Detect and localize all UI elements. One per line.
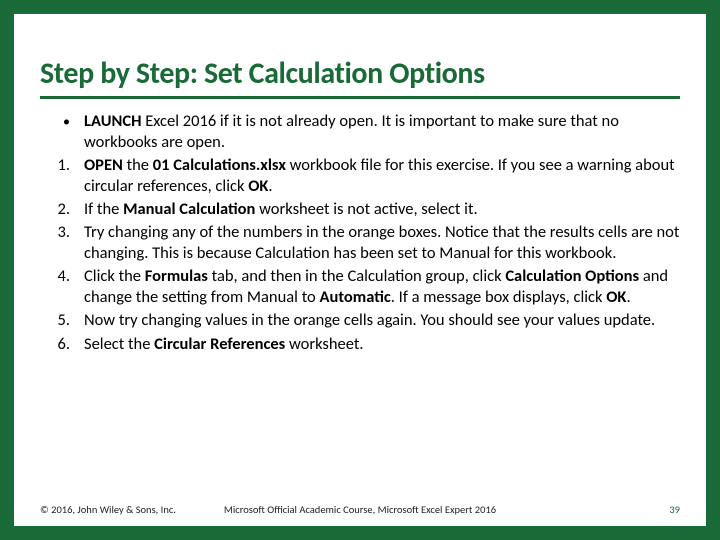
step-strong: OPEN [84,155,123,175]
bullet-text: LAUNCH Excel 2016 if it is not already o… [84,111,680,153]
bullet-rest: Excel 2016 if it is not already open. It… [84,111,619,152]
step-text: Select the Circular References worksheet… [84,334,680,355]
step-strong: Formulas [145,266,208,286]
bullet-marker: • [40,111,84,153]
title-rule [40,96,680,99]
step-number: 2. [40,199,84,220]
step-number: 5. [40,310,84,331]
step-row: 4.Click the Formulas tab, and then in th… [40,266,680,308]
step-strong: Calculation Options [505,266,639,286]
step-row: 2.If the Manual Calculation worksheet is… [40,199,680,220]
step-span: Select the [84,334,154,354]
step-span: the [123,155,153,175]
step-text: Now try changing values in the orange ce… [84,310,680,331]
step-span: Click the [84,266,145,286]
step-number: 1. [40,155,84,197]
step-span: worksheet is not active, select it. [255,199,477,219]
step-span: . [268,176,272,196]
bullet-row: • LAUNCH Excel 2016 if it is not already… [40,111,680,153]
step-span: . [626,287,630,307]
bullet-strong: LAUNCH [84,111,141,131]
step-text: Try changing any of the numbers in the o… [84,222,680,264]
step-row: 6.Select the Circular References workshe… [40,334,680,355]
footer: © 2016, John Wiley & Sons, Inc. Microsof… [40,503,680,516]
step-strong: 01 Calculations.xlsx [153,155,286,175]
step-number: 4. [40,266,84,308]
step-number: 6. [40,334,84,355]
steps-list: • LAUNCH Excel 2016 if it is not already… [40,111,680,355]
step-strong: OK [606,287,626,307]
step-span: . If a message box displays, click [391,287,606,307]
slide-frame: Step by Step: Set Calculation Options • … [0,0,720,540]
step-span: Now try changing values in the orange ce… [84,310,655,330]
step-text: OPEN the 01 Calculations.xlsx workbook f… [84,155,680,197]
step-row: 3.Try changing any of the numbers in the… [40,222,680,264]
step-strong: Automatic [320,287,391,307]
step-strong: Circular References [154,334,285,354]
step-strong: Manual Calculation [123,199,255,219]
step-row: 5.Now try changing values in the orange … [40,310,680,331]
step-span: worksheet. [285,334,363,354]
step-span: tab, and then in the Calculation group, … [208,266,505,286]
step-span: Try changing any of the numbers in the o… [84,222,679,263]
step-strong: OK [248,176,268,196]
step-text: If the Manual Calculation worksheet is n… [84,199,680,220]
step-span: If the [84,199,123,219]
step-text: Click the Formulas tab, and then in the … [84,266,680,308]
slide-title: Step by Step: Set Calculation Options [40,58,680,90]
course-name: Microsoft Official Academic Course, Micr… [40,503,680,516]
step-number: 3. [40,222,84,264]
step-row: 1.OPEN the 01 Calculations.xlsx workbook… [40,155,680,197]
